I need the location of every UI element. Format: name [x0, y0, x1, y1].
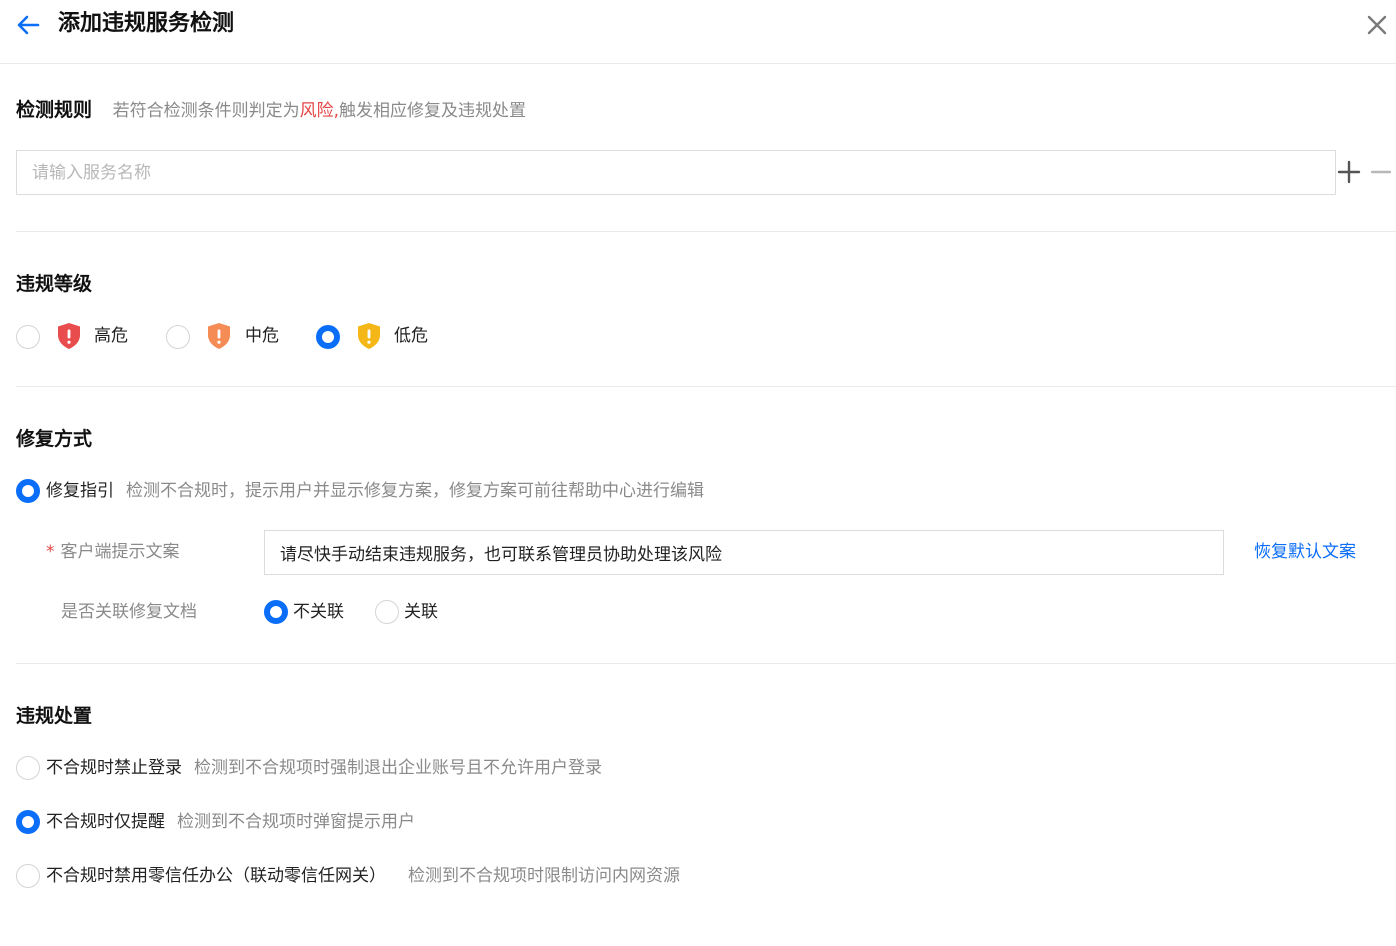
disable-zero-trust-radio[interactable]: [16, 864, 40, 888]
service-name-input[interactable]: [16, 150, 1336, 195]
close-icon[interactable]: [1363, 11, 1391, 39]
client-tip-label-text: 客户端提示文案: [60, 542, 180, 562]
remind-only-desc: 检测到不合规项时弹窗提示用户: [177, 812, 415, 832]
repair-guide-label-text: 修复指引: [46, 481, 114, 501]
repair-guide-label: 修复指引 检测不合规时，提示用户并显示修复方案，修复方案可前往帮助中心进行编辑: [46, 479, 704, 503]
plus-icon[interactable]: [1335, 158, 1363, 186]
shield-alert-icon: [208, 323, 230, 349]
violation-level-title: 违规等级: [16, 273, 93, 295]
no-link-doc-radio[interactable]: [264, 600, 288, 624]
section-divider: [16, 663, 1396, 664]
required-mark: *: [46, 542, 55, 562]
restore-default-link[interactable]: 恢复默认文案: [1254, 540, 1356, 564]
minus-icon[interactable]: [1369, 158, 1393, 186]
back-arrow-icon[interactable]: [14, 11, 42, 39]
forbid-login-label-text: 不合规时禁止登录: [46, 758, 182, 778]
remind-only-label-text: 不合规时仅提醒: [46, 812, 165, 832]
repair-method-title: 修复方式: [16, 428, 93, 450]
detection-rule-desc-suffix: 触发相应修复及违规处置: [339, 101, 527, 121]
repair-guide-desc: 检测不合规时，提示用户并显示修复方案，修复方案可前往帮助中心进行编辑: [126, 481, 704, 501]
link-doc-radio[interactable]: [375, 600, 399, 624]
remind-only-radio[interactable]: [16, 810, 40, 834]
page-title: 添加违规服务检测: [58, 11, 235, 36]
detection-rule-title: 检测规则 若符合检测条件则判定为风险,触发相应修复及违规处置: [16, 97, 526, 124]
section-divider: [16, 231, 1396, 232]
violation-handling-title: 违规处置: [16, 705, 93, 727]
detection-rule-desc-prefix: 若符合检测条件则判定为: [112, 101, 300, 121]
link-doc-label: 是否关联修复文档: [61, 602, 197, 622]
detection-rule-heading: 检测规则: [16, 99, 93, 121]
level-medium-label: 中危: [245, 326, 279, 346]
client-tip-label: * 客户端提示文案: [46, 540, 180, 564]
section-divider: [16, 386, 1396, 387]
forbid-login-radio[interactable]: [16, 756, 40, 780]
disable-zero-trust-desc: 检测到不合规项时限制访问内网资源: [408, 866, 680, 886]
level-low-label: 低危: [394, 326, 428, 346]
detection-rule-desc-risk: 风险,: [299, 101, 340, 121]
forbid-login-desc: 检测到不合规项时强制退出企业账号且不允许用户登录: [194, 758, 602, 778]
detection-rule-desc: 若符合检测条件则判定为风险,触发相应修复及违规处置: [113, 101, 526, 121]
no-link-doc-label: 不关联: [293, 602, 344, 622]
link-doc-option-label: 关联: [404, 602, 438, 622]
shield-alert-icon: [58, 323, 80, 349]
disable-zero-trust-label-text: 不合规时禁用零信任办公（联动零信任网关）: [46, 866, 386, 886]
level-medium-radio[interactable]: [166, 325, 190, 349]
level-high-label: 高危: [94, 326, 128, 346]
client-tip-input[interactable]: [264, 530, 1224, 575]
repair-guide-radio[interactable]: [16, 479, 40, 503]
shield-alert-icon: [358, 323, 380, 349]
level-low-radio[interactable]: [316, 325, 340, 349]
level-high-radio[interactable]: [16, 325, 40, 349]
remind-only-label: 不合规时仅提醒 检测到不合规项时弹窗提示用户: [46, 810, 415, 834]
dialog-header: 添加违规服务检测: [0, 0, 1396, 64]
forbid-login-label: 不合规时禁止登录 检测到不合规项时强制退出企业账号且不允许用户登录: [46, 756, 602, 780]
disable-zero-trust-label: 不合规时禁用零信任办公（联动零信任网关） 检测到不合规项时限制访问内网资源: [46, 864, 680, 888]
